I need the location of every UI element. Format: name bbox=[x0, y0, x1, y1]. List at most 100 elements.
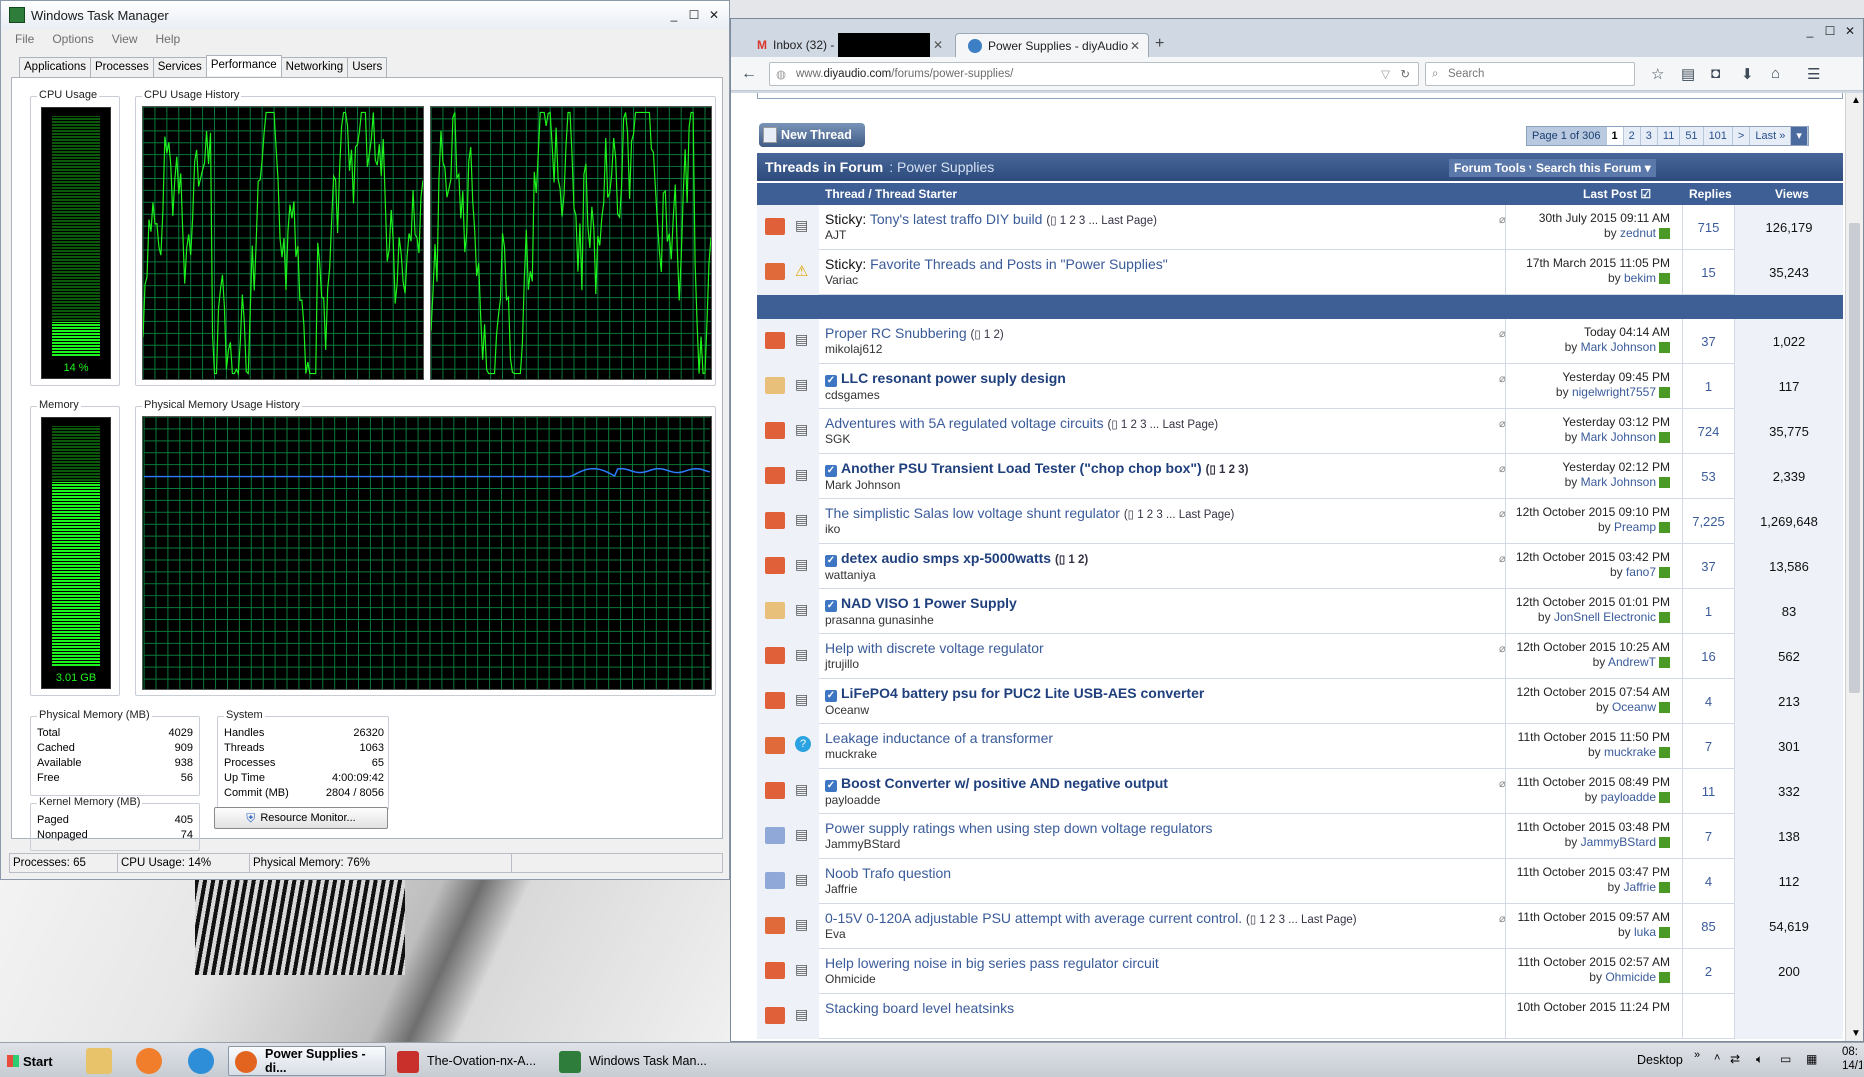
last-post-author[interactable]: Jaffrie bbox=[1624, 880, 1656, 894]
thread-starter[interactable]: AJT bbox=[825, 228, 1505, 242]
thread-title-link[interactable]: Noob Trafo question bbox=[825, 865, 951, 881]
col-last-post[interactable]: Last Post ☑ bbox=[1583, 187, 1651, 201]
go-to-last-post-icon[interactable] bbox=[1659, 477, 1670, 489]
replies-cell[interactable]: 11 bbox=[1682, 769, 1734, 814]
task-manager-titlebar[interactable]: Windows Task Manager _ ☐ ✕ bbox=[1, 1, 729, 29]
thread-title-link[interactable]: The simplistic Salas low voltage shunt r… bbox=[825, 505, 1120, 521]
go-to-last-post-icon[interactable] bbox=[1659, 273, 1670, 285]
download-icon[interactable]: ⬇ bbox=[1741, 65, 1754, 83]
thread-starter[interactable]: payloadde bbox=[825, 793, 1505, 807]
tray-arrow-icon[interactable]: ˄ bbox=[1714, 1052, 1720, 1064]
scrollbar-thumb[interactable] bbox=[1849, 223, 1860, 693]
thread-title-link[interactable]: detex audio smps xp-5000watts bbox=[841, 550, 1051, 566]
last-post-author[interactable]: luka bbox=[1634, 925, 1656, 939]
go-to-last-post-icon[interactable] bbox=[1659, 792, 1670, 804]
bookmark-star-icon[interactable]: ☆ bbox=[1651, 65, 1664, 83]
thread-title-link[interactable]: Power supply ratings when using step dow… bbox=[825, 820, 1213, 836]
last-post-author[interactable]: nigelwright7557 bbox=[1572, 385, 1656, 399]
replies-cell[interactable] bbox=[1682, 994, 1734, 1039]
menu-help[interactable]: Help bbox=[156, 32, 181, 46]
thread-title-link[interactable]: Boost Converter w/ positive AND negative… bbox=[841, 775, 1168, 791]
thread-starter[interactable]: Ohmicide bbox=[825, 972, 1505, 986]
thread-title-link[interactable]: Leakage inductance of a transformer bbox=[825, 730, 1053, 746]
internet-explorer-icon[interactable] bbox=[188, 1048, 214, 1074]
network-icon[interactable]: ⇄ bbox=[1730, 1052, 1740, 1066]
last-post-author[interactable]: AndrewT bbox=[1608, 655, 1656, 669]
go-to-last-post-icon[interactable] bbox=[1659, 882, 1670, 894]
go-to-last-post-icon[interactable] bbox=[1659, 927, 1670, 939]
home-icon[interactable]: ⌂ bbox=[1771, 65, 1780, 82]
pager-page[interactable]: 101 bbox=[1703, 127, 1733, 145]
tab-networking[interactable]: Networking bbox=[280, 57, 349, 78]
minimize-button[interactable]: _ bbox=[1801, 23, 1819, 39]
thread-starter[interactable]: JammyBStard bbox=[825, 837, 1505, 851]
col-replies[interactable]: Replies bbox=[1689, 187, 1732, 201]
thread-starter[interactable]: SGK bbox=[825, 432, 1505, 446]
replies-cell[interactable]: 2 bbox=[1682, 949, 1734, 994]
thread-title-link[interactable]: Tony's latest traffo DIY build bbox=[870, 211, 1043, 227]
replies-cell[interactable]: 37 bbox=[1682, 544, 1734, 589]
thread-starter[interactable]: Jaffrie bbox=[825, 882, 1505, 896]
bookmarks-list-icon[interactable]: ▤ bbox=[1681, 65, 1695, 83]
pager-page[interactable]: 51 bbox=[1680, 127, 1704, 145]
thread-title-link[interactable]: NAD VISO 1 Power Supply bbox=[841, 595, 1017, 611]
last-post-author[interactable]: bekim bbox=[1624, 271, 1656, 285]
thread-title-link[interactable]: LLC resonant power suply design bbox=[841, 370, 1066, 386]
desktop-toolbar-label[interactable]: Desktop bbox=[1637, 1053, 1683, 1067]
last-post-author[interactable]: Mark Johnson bbox=[1581, 340, 1656, 354]
thread-title-link[interactable]: Help with discrete voltage regulator bbox=[825, 640, 1044, 656]
thread-title-link[interactable]: Adventures with 5A regulated voltage cir… bbox=[825, 415, 1104, 431]
new-thread-button[interactable]: New Thread bbox=[759, 123, 865, 147]
tab-services[interactable]: Services bbox=[152, 57, 207, 78]
go-to-last-post-icon[interactable] bbox=[1659, 837, 1670, 849]
start-button[interactable]: Start bbox=[3, 1048, 53, 1074]
menu-file[interactable]: File bbox=[15, 32, 34, 46]
thread-starter[interactable]: cdsgames bbox=[825, 388, 1505, 402]
search-forum-button[interactable]: Search this Forum ▾ bbox=[1531, 159, 1656, 177]
thread-starter[interactable]: Oceanw bbox=[825, 703, 1505, 717]
thread-starter[interactable]: wattaniya bbox=[825, 568, 1505, 582]
menu-view[interactable]: View bbox=[112, 32, 138, 46]
resource-monitor-button[interactable]: ⛨ Resource Monitor... bbox=[214, 807, 388, 829]
tab-processes[interactable]: Processes bbox=[90, 57, 154, 78]
menu-hamburger-icon[interactable]: ☰ bbox=[1807, 65, 1820, 83]
thread-starter[interactable]: Variac bbox=[825, 273, 1505, 287]
last-post-author[interactable]: Ohmicide bbox=[1605, 970, 1656, 984]
last-post-author[interactable]: JonSnell Electronic bbox=[1554, 610, 1656, 624]
last-post-author[interactable]: JammyBStard bbox=[1581, 835, 1656, 849]
scroll-up-icon[interactable]: ▲ bbox=[1851, 95, 1861, 106]
pager-page[interactable]: 3 bbox=[1640, 127, 1658, 145]
thread-starter[interactable]: prasanna gunasinhe bbox=[825, 613, 1505, 627]
last-post-author[interactable]: Oceanw bbox=[1612, 700, 1656, 714]
pager-dropdown-icon[interactable]: ▾ bbox=[1791, 127, 1808, 145]
dropdown-arrow-icon[interactable]: ▽ bbox=[1381, 67, 1390, 81]
taskbar-item-firefox[interactable]: Power Supplies - di... bbox=[228, 1046, 386, 1076]
replies-cell[interactable]: 1 bbox=[1682, 589, 1734, 634]
replies-cell[interactable]: 7,225 bbox=[1682, 499, 1734, 544]
replies-cell[interactable]: 1 bbox=[1682, 364, 1734, 409]
replies-cell[interactable]: 724 bbox=[1682, 409, 1734, 454]
toolbar-expand-icon[interactable]: » bbox=[1694, 1049, 1700, 1061]
thread-starter[interactable]: muckrake bbox=[825, 747, 1505, 761]
close-button[interactable]: ✕ bbox=[1841, 23, 1859, 39]
tab-inbox[interactable]: M Inbox (32) - ✕ bbox=[745, 33, 951, 57]
taskbar-item-pdf[interactable]: The-Ovation-nx-A... bbox=[390, 1046, 548, 1076]
replies-cell[interactable]: 15 bbox=[1682, 250, 1734, 295]
pager-page[interactable]: 11 bbox=[1657, 127, 1681, 145]
url-bar[interactable]: ◍ www. diyaudio.com/forums/power-supplies… bbox=[769, 62, 1419, 86]
replies-cell[interactable]: 7 bbox=[1682, 724, 1734, 769]
pager-page[interactable]: 1 bbox=[1606, 127, 1624, 145]
replies-cell[interactable]: 53 bbox=[1682, 454, 1734, 499]
tab-power-supplies[interactable]: Power Supplies - diyAudio ✕ bbox=[955, 33, 1149, 57]
go-to-last-post-icon[interactable] bbox=[1659, 657, 1670, 669]
replies-cell[interactable]: 85 bbox=[1682, 904, 1734, 949]
thread-starter[interactable]: iko bbox=[825, 522, 1505, 536]
scroll-down-icon[interactable]: ▼ bbox=[1851, 1028, 1861, 1039]
pager-last[interactable]: Last » bbox=[1750, 127, 1792, 145]
pager-next[interactable]: > bbox=[1732, 127, 1751, 145]
last-post-author[interactable]: zednut bbox=[1620, 226, 1656, 240]
go-to-last-post-icon[interactable] bbox=[1659, 567, 1670, 579]
col-views[interactable]: Views bbox=[1775, 187, 1809, 201]
taskbar-item-task-manager[interactable]: Windows Task Man... bbox=[552, 1046, 710, 1076]
replies-cell[interactable]: 7 bbox=[1682, 814, 1734, 859]
